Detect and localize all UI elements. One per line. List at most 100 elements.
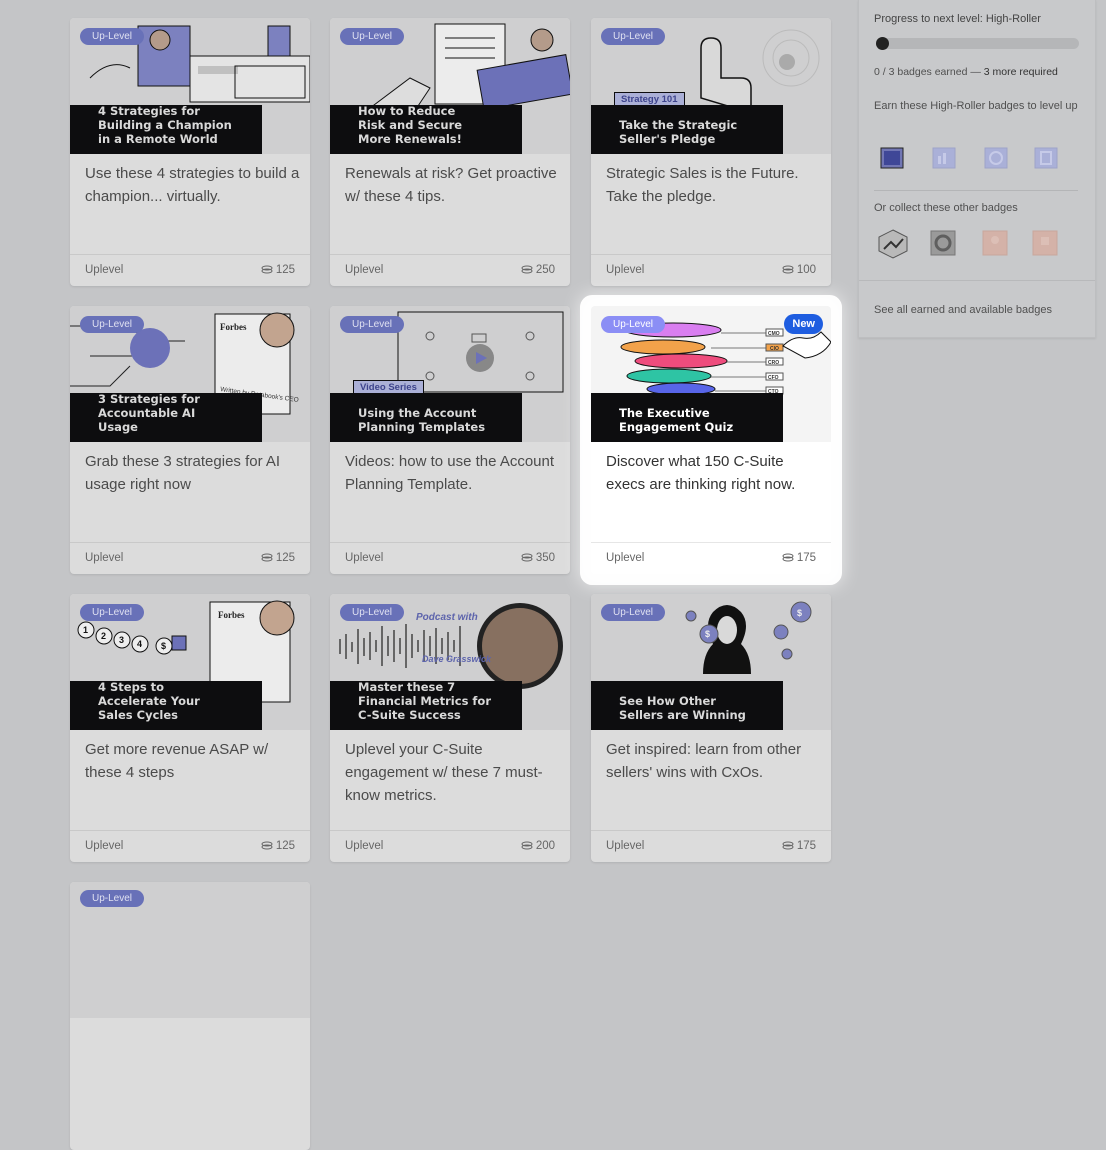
card-thumbnail: 1 2 3 4 $ Forbes Up-Level 4 Steps to Acceler… xyxy=(70,594,310,730)
card-brand: Uplevel xyxy=(345,264,384,276)
target-badge-icon[interactable] xyxy=(983,145,1009,171)
coins-icon xyxy=(261,841,273,850)
card-thumbnail: Podcast with Dave Grasswick Up-Level Mas… xyxy=(330,594,570,730)
uplevel-pill: Up-Level xyxy=(80,890,145,907)
coins-icon xyxy=(521,841,533,850)
card-points: 125 xyxy=(261,264,295,276)
coins-icon xyxy=(782,553,794,562)
card-footer: Uplevel 125 xyxy=(70,254,310,286)
content-card[interactable]: Up-Level How to Reduce Risk and Secure M… xyxy=(330,18,570,286)
content-card[interactable]: Up-Level 4 Strategies for Building a Cha… xyxy=(70,18,310,286)
card-brand: Uplevel xyxy=(345,840,384,852)
panel-divider xyxy=(874,190,1078,191)
coins-icon xyxy=(521,553,533,562)
card-description: Use these 4 strategies to build a champi… xyxy=(85,165,300,205)
people-badge-icon[interactable] xyxy=(981,229,1009,257)
checklist-badge-icon[interactable] xyxy=(1033,145,1059,171)
card-footer: Uplevel 175 xyxy=(591,830,831,862)
uplevel-pill: Up-Level xyxy=(80,28,145,45)
svg-text:1: 1 xyxy=(83,625,88,635)
card-thumbnail: Up-Level 4 Strategies for Building a Cha… xyxy=(70,18,310,154)
svg-text:CFO: CFO xyxy=(768,375,779,381)
see-all-badges-link[interactable]: See all earned and available badges xyxy=(874,304,1052,316)
panel-divider xyxy=(859,280,1095,281)
content-card[interactable]: Up-Level Strategy 101 Take the Strategic… xyxy=(591,18,831,286)
coins-icon xyxy=(782,265,794,274)
card-thumbnail: CMO CIO CRO CFO CTO Up-Level New The Exe… xyxy=(591,306,831,442)
card-description: Get inspired: learn from other sellers' … xyxy=(606,741,802,781)
gear-badge-icon[interactable] xyxy=(929,229,957,257)
card-thumbnail: Up-Level Strategy 101 Take the Strategic… xyxy=(591,18,831,154)
card-points: 350 xyxy=(521,552,555,564)
uplevel-pill: Up-Level xyxy=(340,28,405,45)
svg-text:2: 2 xyxy=(101,631,106,641)
uplevel-pill: Up-Level xyxy=(80,316,145,333)
card-points: 175 xyxy=(782,552,816,564)
content-card[interactable]: Up-Level Video Series Using the Account … xyxy=(330,306,570,574)
card-title: Take the Strategic Seller's Pledge xyxy=(591,105,783,154)
card-footer: Uplevel 125 xyxy=(70,830,310,862)
card-points: 125 xyxy=(261,552,295,564)
flag-badge-icon[interactable] xyxy=(1031,229,1059,257)
trend-badge-icon[interactable] xyxy=(877,228,909,260)
coins-icon xyxy=(521,265,533,274)
card-title: The Executive Engagement Quiz xyxy=(591,393,783,442)
card-description: Grab these 3 strategies for AI usage rig… xyxy=(85,453,281,493)
card-title: Master these 7 Financial Metrics for C-S… xyxy=(330,680,522,730)
book-badge-icon[interactable] xyxy=(879,145,905,171)
card-title: See How Other Sellers are Winning xyxy=(591,681,783,730)
card-title: 4 Strategies for Building a Champion in … xyxy=(70,104,262,154)
svg-text:4: 4 xyxy=(137,639,142,649)
content-card[interactable]: Forbes Written by Databook's CEO Up-Leve… xyxy=(70,306,310,574)
uplevel-pill: Up-Level xyxy=(601,28,666,45)
uplevel-pill: Up-Level xyxy=(601,316,666,333)
card-description: Uplevel your C-Suite engagement w/ these… xyxy=(345,741,543,804)
card-description: Renewals at risk? Get proactive w/ these… xyxy=(345,165,557,205)
card-footer: Uplevel 175 xyxy=(591,542,831,574)
progress-label: Progress to next level: High-Roller xyxy=(874,13,1041,25)
svg-text:$: $ xyxy=(161,641,166,651)
coins-icon xyxy=(261,553,273,562)
content-card[interactable]: Up-Level xyxy=(70,882,310,1150)
card-brand: Uplevel xyxy=(606,840,645,852)
badges-earned-text: 0 / 3 badges earned — 3 more required xyxy=(874,66,1058,78)
svg-text:3: 3 xyxy=(119,635,124,645)
card-brand: Uplevel xyxy=(345,552,384,564)
svg-text:CMO: CMO xyxy=(768,331,780,337)
forbes-logo: Forbes xyxy=(218,610,245,620)
content-card[interactable]: Podcast with Dave Grasswick Up-Level Mas… xyxy=(330,594,570,862)
content-card[interactable]: $ $ Up-Level See How Other Sellers are Wi… xyxy=(591,594,831,862)
podcast-with-label: Podcast with xyxy=(416,612,478,623)
coins-icon xyxy=(782,841,794,850)
chart-badge-icon[interactable] xyxy=(931,145,957,171)
content-card[interactable]: 1 2 3 4 $ Forbes Up-Level 4 Steps to Acceler… xyxy=(70,594,310,862)
card-thumbnail: Forbes Written by Databook's CEO Up-Leve… xyxy=(70,306,310,442)
card-thumbnail: Up-Level Video Series Using the Account … xyxy=(330,306,570,442)
progress-bar xyxy=(876,37,1079,50)
svg-text:$: $ xyxy=(797,608,802,618)
progress-knob xyxy=(876,37,889,50)
card-footer: Uplevel 350 xyxy=(330,542,570,574)
card-brand: Uplevel xyxy=(606,552,645,564)
forbes-logo: Forbes xyxy=(220,322,247,332)
card-thumbnail: Up-Level xyxy=(70,882,310,1018)
new-badge: New xyxy=(784,314,823,334)
card-points: 175 xyxy=(782,840,816,852)
card-footer: Uplevel 200 xyxy=(330,830,570,862)
uplevel-pill: Up-Level xyxy=(80,604,145,621)
podcast-guest-label: Dave Grasswick xyxy=(422,654,492,664)
card-description: Discover what 150 C-Suite execs are thin… xyxy=(606,453,796,493)
content-card-highlighted[interactable]: CMO CIO CRO CFO CTO Up-Level New The Exe… xyxy=(591,306,831,574)
card-points: 200 xyxy=(521,840,555,852)
uplevel-pill: Up-Level xyxy=(340,316,405,333)
coins-icon xyxy=(261,265,273,274)
badge-progress-panel: Progress to next level: High-Roller 0 / … xyxy=(858,0,1096,338)
card-brand: Uplevel xyxy=(85,840,124,852)
card-title: 3 Strategies for Accountable AI Usage xyxy=(70,392,262,442)
card-brand: Uplevel xyxy=(85,264,124,276)
card-description: Strategic Sales is the Future. Take the … xyxy=(606,165,799,205)
card-description: Videos: how to use the Account Planning … xyxy=(345,453,555,493)
svg-text:$: $ xyxy=(705,629,710,639)
card-brand: Uplevel xyxy=(85,552,124,564)
svg-text:CIO: CIO xyxy=(770,346,779,352)
